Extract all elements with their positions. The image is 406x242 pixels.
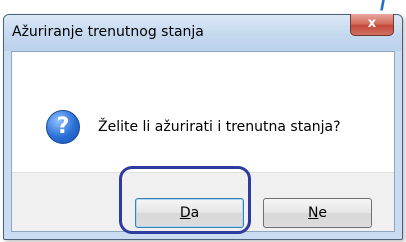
no-button[interactable]: Ne [263, 198, 372, 228]
message-area: ? Želite li ažurirati i trenutna stanja? [12, 52, 394, 172]
question-icon: ? [46, 110, 80, 144]
dialog-title: Ažuriranje trenutnog stanja [12, 24, 204, 40]
highlight-annotation [119, 166, 251, 234]
no-button-label: Ne [264, 205, 371, 221]
close-button[interactable]: x [350, 14, 394, 36]
dialog-message: Želite li ažurirati i trenutna stanja? [98, 119, 341, 135]
question-mark: ? [56, 114, 70, 139]
no-label-rest: e [318, 205, 328, 221]
close-icon: x [367, 16, 377, 31]
no-accelerator: N [307, 205, 319, 221]
title-bar[interactable]: Ažuriranje trenutnog stanja x [4, 14, 402, 51]
